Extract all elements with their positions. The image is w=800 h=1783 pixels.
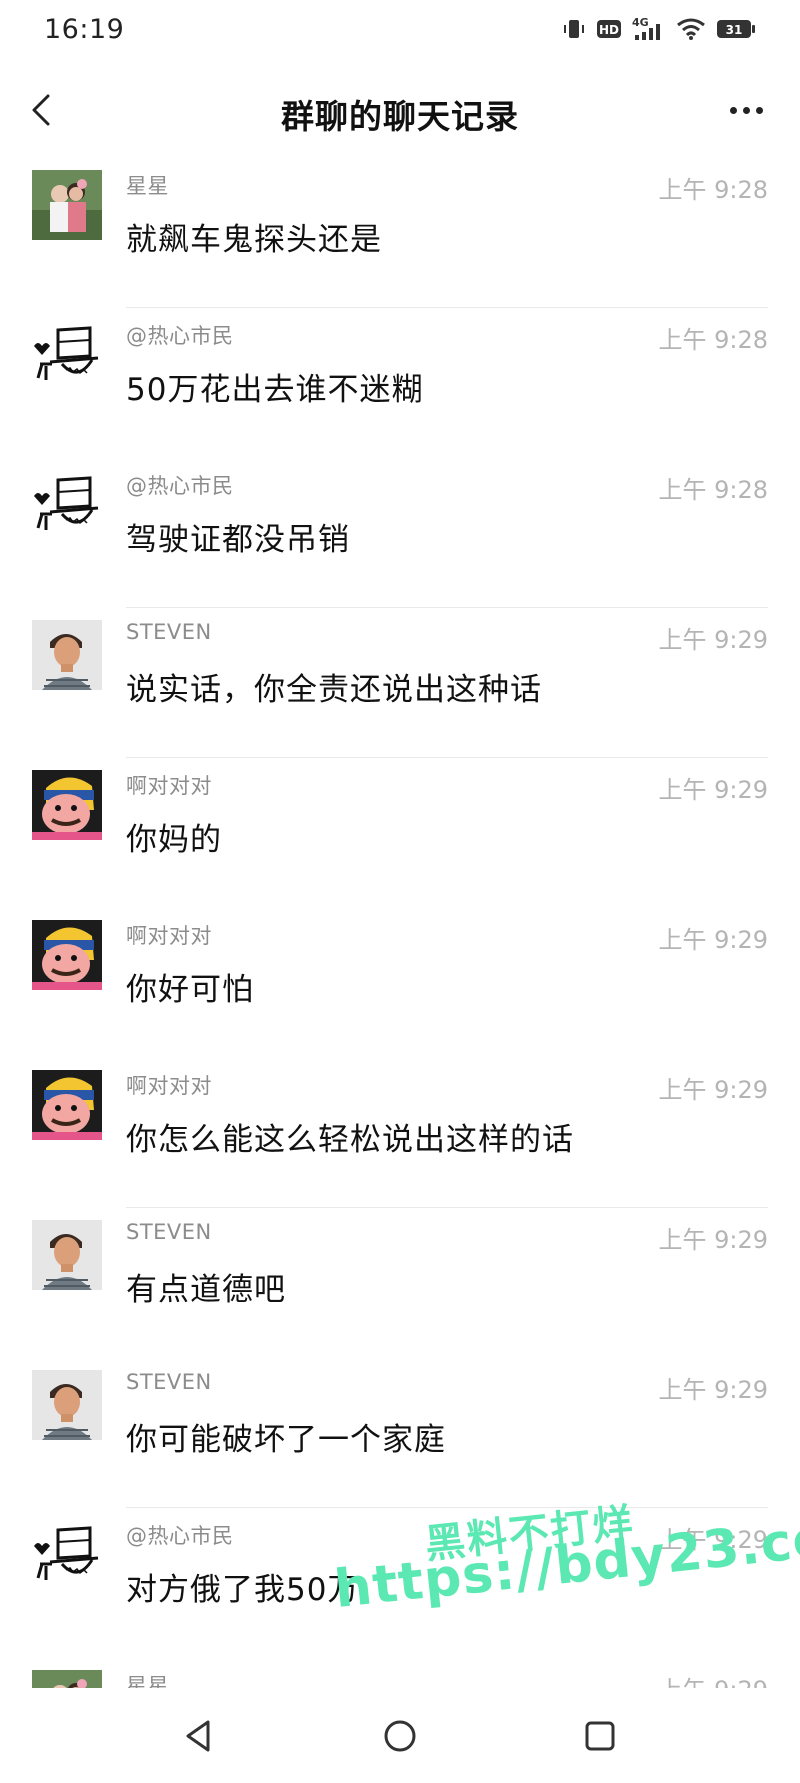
message-time: 上午 9:29 xyxy=(658,1376,768,1404)
avatar-boy[interactable] xyxy=(32,1370,102,1440)
message-text: 就飙车鬼探头还是 xyxy=(126,222,382,258)
more-dot-icon xyxy=(755,106,763,114)
chat-message[interactable]: STEVEN 上午 9:29 有点道德吧 xyxy=(0,1208,800,1358)
message-sender: STEVEN xyxy=(126,1370,212,1394)
avatar-boy[interactable] xyxy=(32,620,102,690)
status-icons: HD 4G 31 xyxy=(562,16,756,46)
more-dot-icon xyxy=(742,106,750,114)
page-title: 群聊的聊天记录 xyxy=(281,97,519,136)
hd-icon: HD xyxy=(596,18,622,44)
chat-message[interactable]: @热心市民 上午 9:28 驾驶证都没吊销 xyxy=(0,458,800,608)
avatar-boy[interactable] xyxy=(32,1220,102,1290)
circle-home-icon xyxy=(384,1720,416,1752)
message-text: 说实话，你全责还说出这种话 xyxy=(126,672,542,708)
nav-back-button[interactable] xyxy=(176,1712,224,1760)
message-sender: STEVEN xyxy=(126,620,212,644)
message-time: 上午 9:29 xyxy=(658,1076,768,1104)
status-bar: 16:19 HD 4G 31 xyxy=(0,0,800,62)
chat-message[interactable]: STEVEN 上午 9:29 你可能破坏了一个家庭 xyxy=(0,1358,800,1508)
avatar-cartoon-blonde[interactable] xyxy=(32,920,102,990)
chat-header: 群聊的聊天记录 xyxy=(0,62,800,160)
message-text: 驾驶证都没吊销 xyxy=(126,522,350,558)
message-list[interactable]: 星星 上午 9:28 就飙车鬼探头还是 @热心市民 上午 9:28 50万花出去… xyxy=(0,158,800,1688)
message-time: 上午 9:29 xyxy=(658,1526,768,1554)
message-time: 上午 9:28 xyxy=(658,176,768,204)
message-text: 对方俄了我50万 xyxy=(126,1572,360,1608)
message-time: 上午 9:29 xyxy=(658,776,768,804)
avatar-doodle[interactable] xyxy=(32,320,102,390)
message-text: 你可能破坏了一个家庭 xyxy=(126,1422,446,1458)
message-time: 上午 9:29 xyxy=(658,1670,768,1688)
message-sender: STEVEN xyxy=(126,1220,212,1244)
avatar-doodle[interactable] xyxy=(32,1520,102,1590)
hd-label: HD xyxy=(599,23,619,37)
wifi-icon xyxy=(676,17,706,45)
message-sender: 啊对对对 xyxy=(126,924,212,948)
message-sender: @热心市民 xyxy=(126,1524,234,1548)
chat-message[interactable]: @热心市民 上午 9:29 对方俄了我50万 xyxy=(0,1508,800,1658)
message-sender: 啊对对对 xyxy=(126,1074,212,1098)
message-text: 有点道德吧 xyxy=(126,1272,286,1308)
avatar-photo-couple[interactable] xyxy=(32,170,102,240)
message-text: 你好可怕 xyxy=(126,972,254,1008)
status-time: 16:19 xyxy=(44,14,125,45)
message-sender: 星星 xyxy=(126,1674,169,1688)
system-nav-bar xyxy=(0,1690,800,1783)
vibrate-icon xyxy=(562,17,586,45)
message-sender: 啊对对对 xyxy=(126,774,212,798)
chat-message[interactable]: 啊对对对 上午 9:29 你怎么能这么轻松说出这样的话 xyxy=(0,1058,800,1208)
nav-recents-button[interactable] xyxy=(576,1712,624,1760)
message-sender: @热心市民 xyxy=(126,324,234,348)
avatar-cartoon-blonde[interactable] xyxy=(32,770,102,840)
square-recents-icon xyxy=(585,1721,615,1751)
message-sender: 星星 xyxy=(126,174,169,198)
battery-icon: 31 xyxy=(716,18,756,44)
message-text: 50万花出去谁不迷糊 xyxy=(126,372,424,408)
more-options-button[interactable] xyxy=(722,90,770,130)
message-time: 上午 9:28 xyxy=(658,326,768,354)
chat-message[interactable]: STEVEN 上午 9:29 说实话，你全责还说出这种话 xyxy=(0,608,800,758)
battery-level: 31 xyxy=(726,23,743,37)
signal-icon: 4G xyxy=(632,16,666,46)
network-label: 4G xyxy=(632,16,649,29)
avatar-doodle[interactable] xyxy=(32,470,102,540)
message-time: 上午 9:29 xyxy=(658,1226,768,1254)
triangle-back-icon xyxy=(186,1720,210,1752)
message-time: 上午 9:29 xyxy=(658,626,768,654)
chat-message[interactable]: 星星 上午 9:28 就飙车鬼探头还是 xyxy=(0,158,800,308)
chat-message[interactable]: 星星 上午 9:29 xyxy=(0,1658,800,1688)
chat-message[interactable]: 啊对对对 上午 9:29 你妈的 xyxy=(0,758,800,908)
nav-home-button[interactable] xyxy=(376,1712,424,1760)
avatar-cartoon-blonde[interactable] xyxy=(32,1070,102,1140)
message-sender: @热心市民 xyxy=(126,474,234,498)
avatar-photo-couple[interactable] xyxy=(32,1670,102,1688)
message-time: 上午 9:28 xyxy=(658,476,768,504)
chat-message[interactable]: 啊对对对 上午 9:29 你好可怕 xyxy=(0,908,800,1058)
more-dot-icon xyxy=(729,106,737,114)
chat-message[interactable]: @热心市民 上午 9:28 50万花出去谁不迷糊 xyxy=(0,308,800,458)
message-text: 你妈的 xyxy=(126,822,222,858)
message-text: 你怎么能这么轻松说出这样的话 xyxy=(126,1122,574,1158)
message-time: 上午 9:29 xyxy=(658,926,768,954)
